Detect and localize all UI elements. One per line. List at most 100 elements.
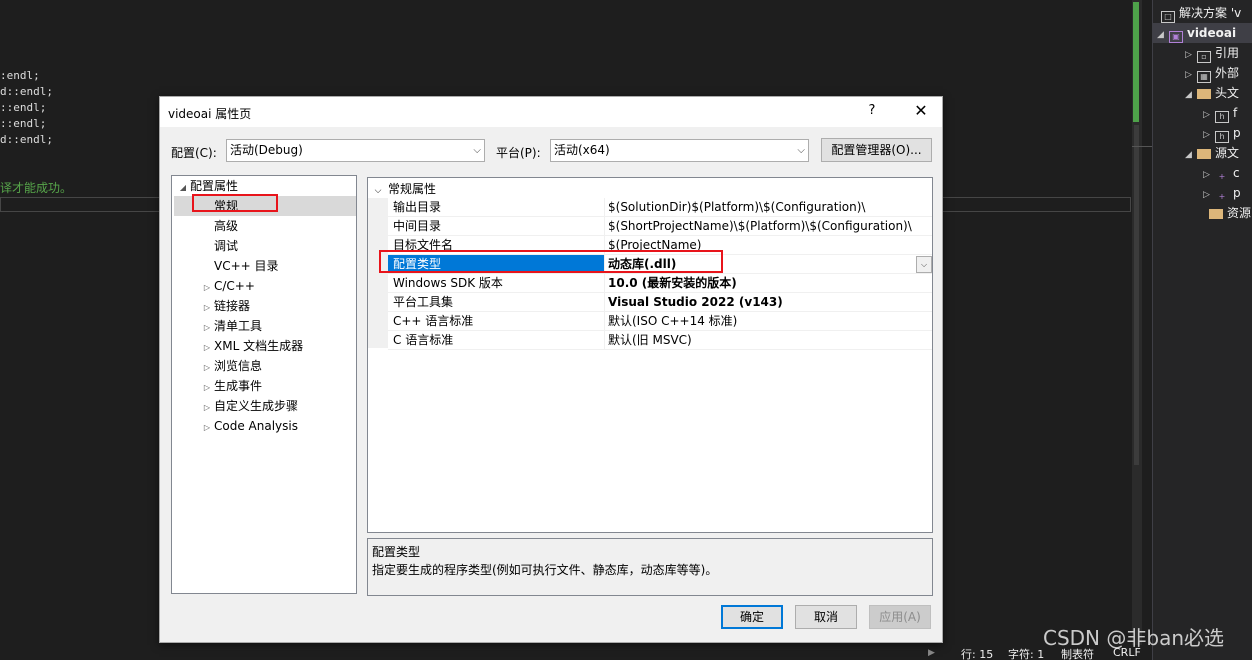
dialog-titlebar[interactable]: videoai 属性页 ? ✕ [160,97,942,127]
solution-item-sources[interactable]: ◢ 源文 [1185,143,1239,163]
help-button[interactable]: ? [862,103,882,118]
solution-icon: □ [1161,11,1175,23]
tree-item-code-analysis[interactable]: ▷ Code Analysis [200,416,298,436]
property-value[interactable]: $(SolutionDir)$(Platform)\$(Configuratio… [606,198,932,216]
collapse-icon[interactable]: ◢ [1185,145,1197,165]
tree-item-build-events[interactable]: ▷ 生成事件 [200,376,262,396]
collapse-icon[interactable]: ◢ [1185,85,1197,105]
expand-icon[interactable]: ▷ [200,278,214,298]
expand-icon[interactable]: ▷ [200,418,214,438]
status-line[interactable]: 行: 15 [961,646,993,660]
platform-value: 活动(x64) [554,143,610,157]
tree-item-debugging[interactable]: 调试 [214,236,238,256]
expand-icon[interactable]: ▷ [1203,165,1215,185]
tree-item-general[interactable]: 常规 [174,196,356,216]
tree-item-label: 高级 [214,219,239,233]
collapse-icon[interactable]: ◢ [176,178,190,198]
property-value[interactable]: 动态库(.dll) [606,255,932,273]
expand-icon[interactable]: ◢ [1157,25,1169,45]
tree-item-label: 生成事件 [214,379,263,393]
status-char[interactable]: 字符: 1 [1008,646,1044,660]
expand-icon[interactable]: ▷ [200,378,214,398]
property-value[interactable]: $(ShortProjectName)\$(Platform)\$(Config… [606,217,932,235]
grid-category-general[interactable]: ⌵ 常规属性 [368,180,932,198]
chevron-down-icon: ⌵ [797,145,805,156]
solution-item-header-file[interactable]: ▷ h p [1203,123,1241,143]
property-value[interactable]: 默认(ISO C++14 标准) [606,312,932,330]
tree-item-label: VC++ 目录 [214,259,279,273]
grid-row-sdk-version[interactable]: Windows SDK 版本 10.0 (最新安装的版本) [388,274,932,293]
solution-item-project[interactable]: ◢ ▣ videoai [1153,23,1252,43]
tree-item-config-properties[interactable]: ◢ 配置属性 [176,176,238,196]
sol-label: videoai [1187,26,1237,40]
grid-row-cpp-standard[interactable]: C++ 语言标准 默认(ISO C++14 标准) [388,312,932,331]
solution-item-references[interactable]: ▷ ▫ 引用 [1185,43,1239,63]
property-value[interactable]: 10.0 (最新安装的版本) [606,274,932,292]
expand-icon[interactable]: ▷ [200,338,214,358]
solution-item-source-file[interactable]: ▷ + p [1203,183,1241,203]
expand-icon[interactable]: ▷ [200,298,214,318]
sol-label: c [1233,166,1240,180]
solution-item-headers[interactable]: ◢ 头文 [1185,83,1239,103]
grid-row-output-dir[interactable]: 输出目录 $(SolutionDir)$(Platform)\$(Configu… [388,198,932,217]
expand-icon[interactable]: ▷ [200,358,214,378]
property-pages-dialog: videoai 属性页 ? ✕ 配置(C): 活动(Debug) ⌵ 平台(P)… [159,96,943,643]
header-file-icon: h [1215,131,1229,143]
tree-item-label: 调试 [214,239,239,253]
grid-row-platform-toolset[interactable]: 平台工具集 Visual Studio 2022 (v143) [388,293,932,312]
tree-item-vc-directories[interactable]: VC++ 目录 [214,256,279,276]
property-name: C++ 语言标准 [388,312,605,330]
solution-item-resources[interactable]: 资源 [1209,203,1251,223]
watermark: CSDN @非ban必选 [1043,626,1225,650]
chevron-down-icon: ⌵ [473,145,481,156]
solution-item-header-file[interactable]: ▷ h f [1203,103,1237,123]
tree-item-manifest-tool[interactable]: ▷ 清单工具 [200,316,262,336]
tree-item-linker[interactable]: ▷ 链接器 [200,296,250,316]
editor-scroll-thumb[interactable] [1133,2,1139,122]
tree-item-c-cpp[interactable]: ▷ C/C++ [200,276,255,296]
tree-item-custom-build[interactable]: ▷ 自定义生成步骤 [200,396,298,416]
config-manager-button[interactable]: 配置管理器(O)... [821,138,932,162]
collapse-icon[interactable]: ⌵ [368,182,388,200]
expand-icon[interactable]: ▷ [1185,65,1197,85]
solution-item-source-file[interactable]: ▷ + c [1203,163,1240,183]
property-name: 中间目录 [388,217,605,235]
solution-item-external[interactable]: ▷ ▦ 外部 [1185,63,1239,83]
sol-label: 解决方案 'v [1179,6,1242,20]
split-divider [1132,146,1152,147]
close-button[interactable]: ✕ [909,101,933,120]
solution-item-solution[interactable]: □ 解决方案 'v [1161,3,1241,23]
grid-row-target-name[interactable]: 目标文件名 $(ProjectName) [388,236,932,255]
tree-item-xml-doc[interactable]: ▷ XML 文档生成器 [200,336,303,356]
folder-icon [1209,209,1223,219]
property-value[interactable]: Visual Studio 2022 (v143) [606,293,932,311]
expand-icon[interactable]: ▷ [1203,185,1215,205]
cancel-button[interactable]: 取消 [795,605,857,629]
property-value[interactable]: 默认(旧 MSVC) [606,331,932,349]
chevron-down-icon[interactable]: ⌵ [916,256,932,273]
grid-row-configuration-type[interactable]: 配置类型 动态库(.dll) [388,255,932,274]
code-line: ::endl; [0,117,47,130]
sol-label: 引用 [1215,46,1240,60]
config-select[interactable]: 活动(Debug) ⌵ [226,139,485,162]
grid-row-c-standard[interactable]: C 语言标准 默认(旧 MSVC) [388,331,932,350]
tree-item-label: 浏览信息 [214,359,263,373]
expand-icon[interactable]: ▷ [200,318,214,338]
ok-button[interactable]: 确定 [721,605,783,629]
code-comment: 译才能成功。 [0,181,73,195]
property-name: 配置类型 [388,255,605,273]
tree-item-browse-info[interactable]: ▷ 浏览信息 [200,356,262,376]
expand-icon[interactable]: ▷ [200,398,214,418]
sol-label: p [1233,186,1241,200]
tree-item-label: XML 文档生成器 [214,339,304,353]
platform-select[interactable]: 活动(x64) ⌵ [550,139,809,162]
expand-icon[interactable]: ▷ [1185,45,1197,65]
expand-icon[interactable]: ▷ [1203,105,1215,125]
config-value: 活动(Debug) [230,143,303,157]
status-arrow-icon[interactable]: ▶ [928,648,935,658]
apply-button[interactable]: 应用(A) [869,605,931,629]
property-value[interactable]: $(ProjectName) [606,236,932,254]
expand-icon[interactable]: ▷ [1203,125,1215,145]
tree-item-advanced[interactable]: 高级 [214,216,238,236]
grid-row-intermediate-dir[interactable]: 中间目录 $(ShortProjectName)\$(Platform)\$(C… [388,217,932,236]
